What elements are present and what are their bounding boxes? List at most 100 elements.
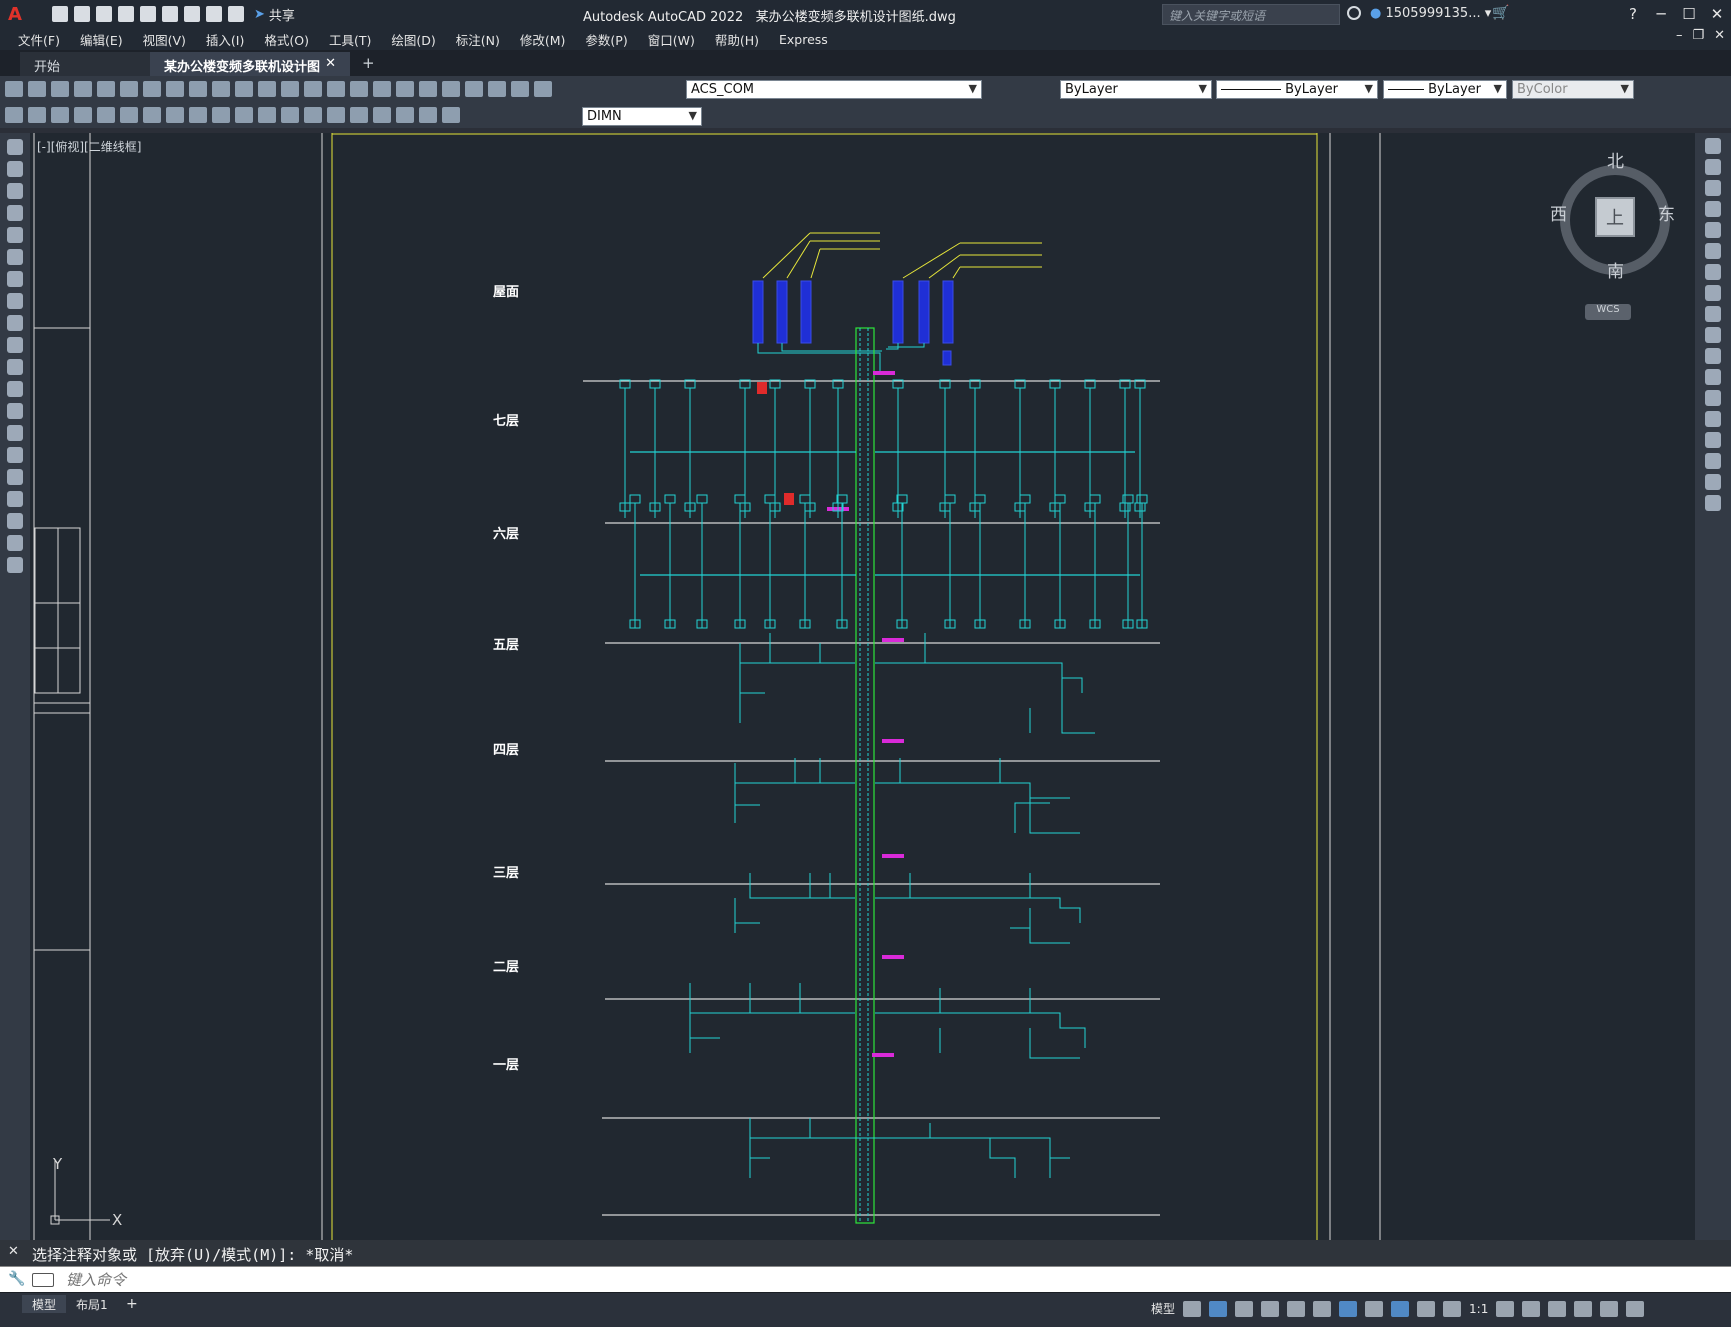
compass-south[interactable]: 南	[1607, 257, 1624, 282]
share-button[interactable]: ➤ 共享	[254, 5, 295, 24]
polar-icon[interactable]	[1261, 1300, 1280, 1317]
lineweight-icon[interactable]	[1365, 1300, 1384, 1317]
table-icon[interactable]	[7, 513, 23, 529]
break-icon[interactable]	[1705, 390, 1721, 406]
print-icon[interactable]	[74, 81, 92, 97]
move-icon[interactable]	[1705, 243, 1721, 259]
explode-icon[interactable]	[1705, 495, 1721, 511]
chamfer-icon[interactable]	[1705, 432, 1721, 448]
menu-express[interactable]: Express	[769, 32, 838, 47]
copy-object-icon[interactable]	[1705, 159, 1721, 175]
annotation-visibility-icon[interactable]	[1391, 1300, 1410, 1317]
add-selected-icon[interactable]	[7, 557, 23, 573]
wcs-menu[interactable]: WCS	[1585, 304, 1631, 320]
viewcube[interactable]: 上 北 南 东 西	[1550, 152, 1680, 285]
grid-icon[interactable]	[1183, 1300, 1202, 1317]
aligned-dim-icon[interactable]	[51, 107, 69, 123]
rotate-icon[interactable]	[1705, 264, 1721, 280]
tab-drawing[interactable]: 某办公楼变频多联机设计图纸* ✕	[150, 52, 350, 94]
tab-model[interactable]: 模型	[22, 1295, 67, 1313]
menu-view[interactable]: 视图(V)	[133, 30, 196, 49]
stretch-icon[interactable]	[1705, 306, 1721, 322]
command-input[interactable]	[66, 1270, 1566, 1290]
compass-east[interactable]: 东	[1658, 200, 1675, 225]
osnap-icon[interactable]	[1339, 1300, 1358, 1317]
sheet-set-icon[interactable]	[442, 81, 460, 97]
ortho-icon[interactable]	[1235, 1300, 1254, 1317]
radius-dim-icon[interactable]	[120, 107, 138, 123]
jogged-dim-icon[interactable]	[143, 107, 161, 123]
menu-file[interactable]: 文件(F)	[0, 30, 70, 49]
menu-help[interactable]: 帮助(H)	[705, 30, 769, 49]
open-web-icon[interactable]	[140, 6, 156, 22]
search-input[interactable]: 键入关键字或短语	[1162, 4, 1340, 25]
maximize-button[interactable]: ☐	[1675, 0, 1703, 28]
add-layout-button[interactable]: +	[126, 1296, 138, 1312]
ellipse-arc-icon[interactable]	[7, 359, 23, 375]
layer-manager-icon[interactable]	[534, 81, 552, 97]
gear-icon[interactable]	[1496, 1300, 1515, 1317]
linetype-select[interactable]: ByLayer ▼	[1216, 80, 1378, 99]
redo-toolbar-icon[interactable]	[258, 81, 276, 97]
tab-layout1[interactable]: 布局1	[66, 1295, 118, 1313]
break-point-icon[interactable]	[1705, 369, 1721, 385]
viewcube-top-face[interactable]: 上	[1595, 197, 1635, 237]
compass-west[interactable]: 西	[1550, 200, 1567, 225]
minimize-button[interactable]: ─	[1647, 0, 1675, 28]
line-icon[interactable]	[7, 139, 23, 155]
tool-palettes-icon[interactable]	[419, 81, 437, 97]
rectangle-icon[interactable]	[7, 227, 23, 243]
command-prompt-icon[interactable]	[32, 1273, 54, 1287]
extend-icon[interactable]	[1705, 348, 1721, 364]
user-account[interactable]: ● 1505999135... ▾	[1370, 6, 1491, 21]
dim-break-icon[interactable]	[281, 107, 299, 123]
menu-dimension[interactable]: 标注(N)	[446, 30, 510, 49]
scale-icon[interactable]	[1705, 285, 1721, 301]
paste-icon[interactable]	[189, 81, 207, 97]
dim-text-edit-icon[interactable]	[419, 107, 437, 123]
lineweight-select[interactable]: ByLayer ▼	[1383, 80, 1507, 99]
save-as-icon[interactable]	[118, 6, 134, 22]
doc-minimize-button[interactable]: –	[1676, 28, 1683, 43]
publish-icon[interactable]	[120, 81, 138, 97]
gradient-icon[interactable]	[7, 469, 23, 485]
scale-select[interactable]: 1:1	[1469, 1302, 1488, 1316]
mtext-icon[interactable]	[7, 535, 23, 551]
linear-dim-icon[interactable]	[28, 107, 46, 123]
zoom-previous-icon[interactable]	[350, 81, 368, 97]
layer-select[interactable]: ACS_COM ▼	[686, 80, 982, 99]
tolerance-icon[interactable]	[304, 107, 322, 123]
undo-icon[interactable]	[206, 6, 222, 22]
calculator-icon[interactable]	[488, 81, 506, 97]
snap-icon[interactable]	[1209, 1300, 1228, 1317]
menu-insert[interactable]: 插入(I)	[196, 30, 254, 49]
baseline-dim-icon[interactable]	[212, 107, 230, 123]
qnew-icon[interactable]	[5, 81, 23, 97]
close-command-icon[interactable]: ✕	[8, 1244, 19, 1259]
doc-close-button[interactable]: ✕	[1714, 28, 1725, 43]
hatch-icon[interactable]	[7, 447, 23, 463]
menu-tools[interactable]: 工具(T)	[319, 30, 381, 49]
quick-dim-icon[interactable]	[5, 107, 23, 123]
help-icon[interactable]: ?	[1619, 0, 1647, 28]
hardware-accel-icon[interactable]	[1574, 1300, 1593, 1317]
ordinate-dim-icon[interactable]	[97, 107, 115, 123]
mirror-icon[interactable]	[1705, 180, 1721, 196]
menu-draw[interactable]: 绘图(D)	[381, 30, 445, 49]
continue-dim-icon[interactable]	[235, 107, 253, 123]
plot-icon[interactable]	[184, 6, 200, 22]
preview-icon[interactable]	[97, 81, 115, 97]
dim-update-icon[interactable]	[442, 107, 460, 123]
isodraft-icon[interactable]	[1287, 1300, 1306, 1317]
tab-start[interactable]: 开始	[20, 52, 150, 76]
close-button[interactable]: ✕	[1703, 0, 1731, 28]
search-icon[interactable]	[1347, 6, 1361, 20]
menu-window[interactable]: 窗口(W)	[638, 30, 705, 49]
save-web-icon[interactable]	[162, 6, 178, 22]
otrack-icon[interactable]	[1313, 1300, 1332, 1317]
insert-block-icon[interactable]	[7, 381, 23, 397]
array-icon[interactable]	[1705, 222, 1721, 238]
autocad-logo-icon[interactable]: A	[0, 0, 30, 28]
help-toolbar-icon[interactable]	[511, 81, 529, 97]
revcloud-icon[interactable]	[7, 293, 23, 309]
